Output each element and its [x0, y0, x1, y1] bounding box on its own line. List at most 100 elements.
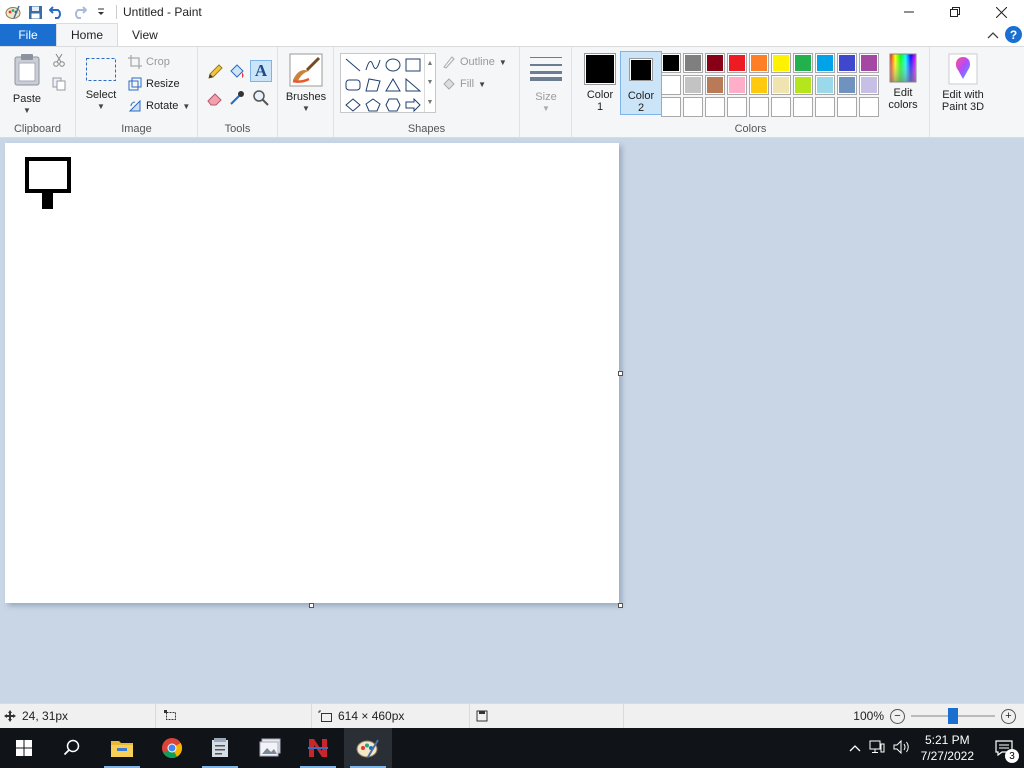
rounded-rectangle-shape-icon[interactable] — [343, 75, 363, 95]
palette-color-9[interactable] — [837, 53, 857, 73]
resize-handle-right[interactable] — [618, 371, 623, 376]
paint-app-icon[interactable] — [2, 1, 24, 23]
palette-color-16[interactable] — [771, 75, 791, 95]
undo-icon[interactable] — [46, 1, 68, 23]
customize-toolbar-icon[interactable] — [90, 1, 112, 23]
zoom-in-button[interactable]: + — [1001, 708, 1016, 724]
tab-home[interactable]: Home — [56, 23, 119, 46]
crop-button[interactable]: Crop — [128, 52, 170, 72]
edit-colors-button[interactable]: Edit colors — [882, 53, 924, 111]
palette-color-29[interactable] — [837, 97, 857, 117]
palette-color-28[interactable] — [815, 97, 835, 117]
palette-color-17[interactable] — [793, 75, 813, 95]
hexagon-shape-icon[interactable] — [383, 95, 403, 115]
outline-button[interactable]: Outline ▼ — [442, 52, 507, 72]
redo-icon[interactable] — [68, 1, 90, 23]
text-tool-button[interactable]: A — [250, 60, 272, 82]
rectangle-shape-icon[interactable] — [403, 55, 423, 75]
triangle-shape-icon[interactable] — [383, 75, 403, 95]
show-hidden-icons-icon[interactable] — [849, 741, 861, 755]
start-button[interactable] — [0, 728, 48, 768]
drawing-canvas[interactable] — [5, 143, 619, 603]
palette-color-30[interactable] — [859, 97, 879, 117]
zoom-out-button[interactable]: − — [890, 708, 905, 724]
polygon-shape-icon[interactable] — [363, 75, 383, 95]
taskbar-chrome[interactable] — [148, 728, 196, 768]
oval-shape-icon[interactable] — [383, 55, 403, 75]
select-button[interactable]: Select ▼ — [82, 57, 120, 113]
pentagon-shape-icon[interactable] — [363, 95, 383, 115]
collapse-ribbon-icon[interactable] — [987, 31, 999, 39]
palette-color-15[interactable] — [749, 75, 769, 95]
brushes-button[interactable]: Brushes ▼ — [283, 53, 329, 115]
size-button[interactable]: Size ▼ — [528, 55, 564, 115]
close-button[interactable] — [978, 0, 1024, 24]
network-icon[interactable] — [869, 740, 885, 757]
minimize-button[interactable] — [886, 0, 932, 24]
paste-button[interactable]: Paste ▼ — [8, 53, 46, 117]
palette-color-22[interactable] — [683, 97, 703, 117]
tab-view[interactable]: View — [118, 24, 172, 46]
pencil-icon[interactable] — [206, 63, 224, 84]
magnifier-icon[interactable] — [252, 89, 270, 110]
scroll-down-icon[interactable]: ▼ — [427, 79, 434, 86]
palette-color-7[interactable] — [793, 53, 813, 73]
palette-color-2[interactable] — [683, 53, 703, 73]
palette-color-25[interactable] — [749, 97, 769, 117]
save-icon[interactable] — [24, 1, 46, 23]
restore-button[interactable] — [932, 0, 978, 24]
palette-color-3[interactable] — [705, 53, 725, 73]
resize-button[interactable]: Resize — [128, 74, 180, 94]
taskbar-app-3[interactable] — [196, 728, 244, 768]
eraser-icon[interactable] — [206, 89, 224, 110]
taskbar-file-explorer[interactable] — [98, 728, 146, 768]
help-icon[interactable]: ? — [1005, 26, 1022, 43]
palette-color-4[interactable] — [727, 53, 747, 73]
resize-handle-corner[interactable] — [618, 603, 623, 608]
color-2-button[interactable]: Color 2 — [620, 51, 662, 115]
palette-color-14[interactable] — [727, 75, 747, 95]
diamond-shape-icon[interactable] — [343, 95, 363, 115]
palette-color-26[interactable] — [771, 97, 791, 117]
palette-color-20[interactable] — [859, 75, 879, 95]
palette-color-8[interactable] — [815, 53, 835, 73]
arrow-shape-icon[interactable] — [403, 95, 423, 115]
clock[interactable]: 5:21 PM 7/27/2022 — [921, 732, 974, 764]
palette-color-13[interactable] — [705, 75, 725, 95]
scroll-up-icon[interactable]: ▲ — [427, 60, 434, 67]
volume-icon[interactable] — [893, 739, 911, 757]
palette-color-24[interactable] — [727, 97, 747, 117]
palette-color-11[interactable] — [661, 75, 681, 95]
zoom-slider[interactable] — [911, 708, 995, 724]
palette-color-23[interactable] — [705, 97, 725, 117]
notifications-button[interactable]: 3 — [984, 728, 1024, 768]
color-picker-icon[interactable] — [228, 89, 246, 110]
palette-color-19[interactable] — [837, 75, 857, 95]
palette-color-21[interactable] — [661, 97, 681, 117]
zoom-slider-thumb[interactable] — [948, 708, 958, 724]
right-triangle-shape-icon[interactable] — [403, 75, 423, 95]
rotate-button[interactable]: Rotate ▼ — [128, 96, 190, 116]
fill-button[interactable]: Fill ▼ — [442, 74, 486, 94]
palette-color-5[interactable] — [749, 53, 769, 73]
search-button[interactable] — [48, 728, 96, 768]
copy-icon[interactable] — [52, 77, 66, 94]
taskbar-app-5[interactable] — [294, 728, 342, 768]
taskbar-app-4[interactable] — [246, 728, 294, 768]
color-1-button[interactable]: Color 1 — [582, 53, 618, 113]
palette-color-10[interactable] — [859, 53, 879, 73]
tab-file[interactable]: File — [0, 24, 56, 46]
cut-icon[interactable] — [52, 53, 66, 70]
shapes-scrollbar[interactable]: ▲ ▼ ▼ — [424, 54, 435, 112]
more-shapes-icon[interactable]: ▼ — [427, 99, 434, 106]
palette-color-27[interactable] — [793, 97, 813, 117]
taskbar-paint[interactable] — [344, 728, 392, 768]
curve-shape-icon[interactable] — [363, 55, 383, 75]
palette-color-18[interactable] — [815, 75, 835, 95]
line-shape-icon[interactable] — [343, 55, 363, 75]
palette-color-6[interactable] — [771, 53, 791, 73]
edit-with-paint3d-button[interactable]: Edit with Paint 3D — [934, 53, 992, 113]
resize-handle-bottom[interactable] — [309, 603, 314, 608]
fill-bucket-icon[interactable] — [228, 63, 246, 84]
palette-color-12[interactable] — [683, 75, 703, 95]
